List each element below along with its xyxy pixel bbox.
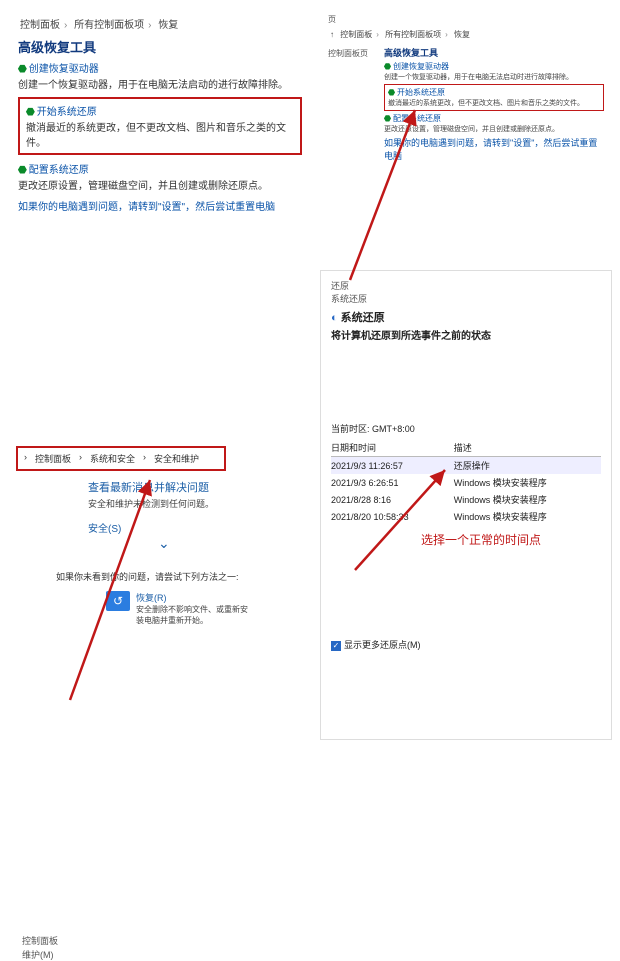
cell-description: Windows 模块安装程序 — [454, 474, 601, 491]
cell-datetime: 2021/8/28 8:16 — [331, 491, 454, 508]
item-start-system-restore-highlighted[interactable]: ⬣开始系统还原 撤消最近的系统更改，但不更改文档、图片和音乐之类的文件。 — [18, 97, 302, 155]
side-control-panel: 控制面板 — [22, 934, 58, 947]
panel-recovery-large: 控制面板› 所有控制面板项› 恢复 高级恢复工具 ⬣创建恢复驱动器 创建一个恢复… — [8, 8, 312, 243]
timezone-label: 当前时区: GMT+8:00 — [331, 422, 601, 435]
desc-start-system-restore: 撤消最近的系统更改，但不更改文档、图片和音乐之类的文件。 — [26, 119, 294, 149]
link-reset-pc-hint[interactable]: 如果你的电脑遇到问题，请转到"设置"，然后尝试重置电脑 — [18, 202, 275, 213]
annotation-choose-time: 选择一个正常的时间点 — [421, 531, 601, 548]
table-row[interactable]: 2021/9/3 11:26:57还原操作 — [331, 457, 601, 475]
item-start-system-restore-highlighted[interactable]: ⬣开始系统还原 撤消最近的系统更改，但不更改文档、图片和音乐之类的文件。 — [384, 84, 604, 111]
restore-icon: ◐ — [331, 312, 338, 324]
table-row[interactable]: 2021/8/28 8:16Windows 模块安装程序 — [331, 491, 601, 508]
recovery-line2: 装电脑并重新开始。 — [136, 615, 248, 626]
desc: 撤消最近的系统更改，但不更改文档、图片和音乐之类的文件。 — [388, 98, 600, 108]
item-configure-restore[interactable]: ⬣配置系统还原 更改还原设置，管理磁盘空间，并且创建或删除还原点。 — [18, 161, 302, 192]
col-datetime[interactable]: 日期和时间 — [331, 439, 454, 457]
link-configure-restore[interactable]: 配置系统还原 — [393, 114, 441, 123]
restore-points-table[interactable]: 日期和时间 描述 2021/9/3 11:26:57还原操作2021/9/3 6… — [331, 439, 601, 525]
small-label-2: 系统还原 — [331, 292, 601, 305]
link-start-system-restore[interactable]: 开始系统还原 — [37, 107, 97, 118]
checkbox-icon[interactable]: ✓ — [331, 641, 341, 651]
small-label-1: 还原 — [331, 279, 601, 292]
shield-icon: ⬣ — [18, 165, 27, 176]
crumb-all-items[interactable]: 所有控制面板项 — [385, 30, 441, 39]
cell-datetime: 2021/8/20 10:58:33 — [331, 508, 454, 525]
crumb-all-items[interactable]: 所有控制面板项 — [74, 20, 144, 31]
item-create-recovery-drive[interactable]: ⬣创建恢复驱动器 创建一个恢复驱动器，用于在电脑无法启动时进行故障排除。 — [384, 61, 604, 82]
item-reset-pc-hint[interactable]: 如果你的电脑遇到问题，请转到"设置"，然后尝试重置电脑 — [384, 136, 604, 162]
back-arrow-icon[interactable]: ↑ — [330, 30, 334, 39]
panel-recovery-small: 页 ↑ 控制面板› 所有控制面板项› 恢复 控制面板页 高级恢复工具 ⬣创建恢复… — [320, 8, 612, 218]
shield-icon: ⬣ — [18, 64, 27, 75]
side-label: 控制面板页 — [328, 48, 368, 59]
recovery-icon: ↺ — [106, 591, 130, 611]
link-reset-pc-hint[interactable]: 如果你的电脑遇到问题，请转到"设置"，然后尝试重置电脑 — [384, 138, 597, 161]
chevron-down-icon[interactable]: ⌄ — [158, 535, 305, 552]
link-create-recovery-drive[interactable]: 创建恢复驱动器 — [393, 62, 449, 71]
crumb-control-panel[interactable]: 控制面板 — [340, 30, 372, 39]
item-create-recovery-drive[interactable]: ⬣创建恢复驱动器 创建一个恢复驱动器，用于在电脑无法启动的进行故障排除。 — [18, 60, 302, 91]
cell-description: Windows 模块安装程序 — [454, 508, 601, 525]
crumb-control-panel[interactable]: 控制面板 — [20, 20, 60, 31]
crumb-system-security[interactable]: 系统和安全 — [90, 452, 135, 465]
crumb-control-panel[interactable]: 控制面板 — [35, 452, 71, 465]
shield-icon: ⬣ — [26, 107, 35, 118]
link-start-system-restore[interactable]: 开始系统还原 — [397, 88, 445, 97]
desc: 创建一个恢复驱动器，用于在电脑无法启动时进行故障排除。 — [384, 72, 604, 82]
show-more-restore-points[interactable]: ✓显示更多还原点(M) — [331, 638, 601, 651]
breadcrumb-highlighted[interactable]: › 控制面板› 系统和安全› 安全和维护 — [16, 446, 226, 471]
breadcrumb-small[interactable]: ↑ 控制面板› 所有控制面板项› 恢复 — [328, 29, 604, 40]
dialog-title: ◐系统还原 — [331, 309, 601, 325]
crumb-recovery[interactable]: 恢复 — [454, 30, 470, 39]
shield-icon: ⬣ — [384, 114, 391, 123]
item-recovery[interactable]: ↺ 恢复(R) 安全删除不影响文件、或重新安 装电脑并重新开始。 — [106, 591, 305, 626]
side-maintenance: 维护(M) — [22, 948, 54, 961]
breadcrumb[interactable]: 控制面板› 所有控制面板项› 恢复 — [18, 16, 302, 31]
tab-hint: 页 — [328, 14, 604, 25]
section-security[interactable]: 安全(S) — [88, 520, 305, 535]
cell-description: 还原操作 — [454, 457, 601, 475]
table-row[interactable]: 2021/8/20 10:58:33Windows 模块安装程序 — [331, 508, 601, 525]
recovery-title[interactable]: 恢复(R) — [136, 591, 248, 604]
shield-icon: ⬣ — [388, 88, 395, 97]
heading-advanced-recovery: 高级恢复工具 — [384, 46, 604, 59]
status-no-issues: 安全和维护未检测到任何问题。 — [88, 497, 305, 510]
item-reset-pc-hint[interactable]: 如果你的电脑遇到问题，请转到"设置"，然后尝试重置电脑 — [18, 198, 302, 213]
col-description[interactable]: 描述 — [454, 439, 601, 457]
security-label[interactable]: 安全(S) — [88, 524, 121, 535]
panel-security-maintenance: › 控制面板› 系统和安全› 安全和维护 控制面板 维护(M) 查看最新消息并解… — [8, 440, 313, 700]
heading-view-messages: 查看最新消息并解决问题 — [88, 479, 305, 495]
dialog-subtitle: 将计算机还原到所选事件之前的状态 — [331, 327, 601, 342]
desc-configure-restore: 更改还原设置，管理磁盘空间，并且创建或删除还原点。 — [18, 177, 302, 192]
panel-system-restore-dialog: 还原 系统还原 ◐系统还原 将计算机还原到所选事件之前的状态 当前时区: GMT… — [320, 270, 612, 740]
cell-datetime: 2021/9/3 11:26:57 — [331, 457, 454, 475]
shield-icon: ⬣ — [384, 62, 391, 71]
link-create-recovery-drive[interactable]: 创建恢复驱动器 — [29, 64, 99, 75]
recovery-line1: 安全删除不影响文件、或重新安 — [136, 604, 248, 615]
crumb-recovery[interactable]: 恢复 — [158, 20, 178, 31]
item-configure-restore[interactable]: ⬣配置系统还原 更改还原设置，管理磁盘空间，并且创建或删除还原点。 — [384, 113, 604, 134]
crumb-security-maintenance[interactable]: 安全和维护 — [154, 452, 199, 465]
table-row[interactable]: 2021/9/3 6:26:51Windows 模块安装程序 — [331, 474, 601, 491]
link-configure-restore[interactable]: 配置系统还原 — [29, 165, 89, 176]
cell-description: Windows 模块安装程序 — [454, 491, 601, 508]
desc-create-recovery-drive: 创建一个恢复驱动器，用于在电脑无法启动的进行故障排除。 — [18, 76, 302, 91]
heading-advanced-recovery: 高级恢复工具 — [18, 37, 302, 56]
cell-datetime: 2021/9/3 6:26:51 — [331, 474, 454, 491]
desc: 更改还原设置，管理磁盘空间，并且创建或删除还原点。 — [384, 124, 604, 134]
hint-try-below: 如果你未看到你的问题，请尝试下列方法之一: — [56, 570, 305, 583]
